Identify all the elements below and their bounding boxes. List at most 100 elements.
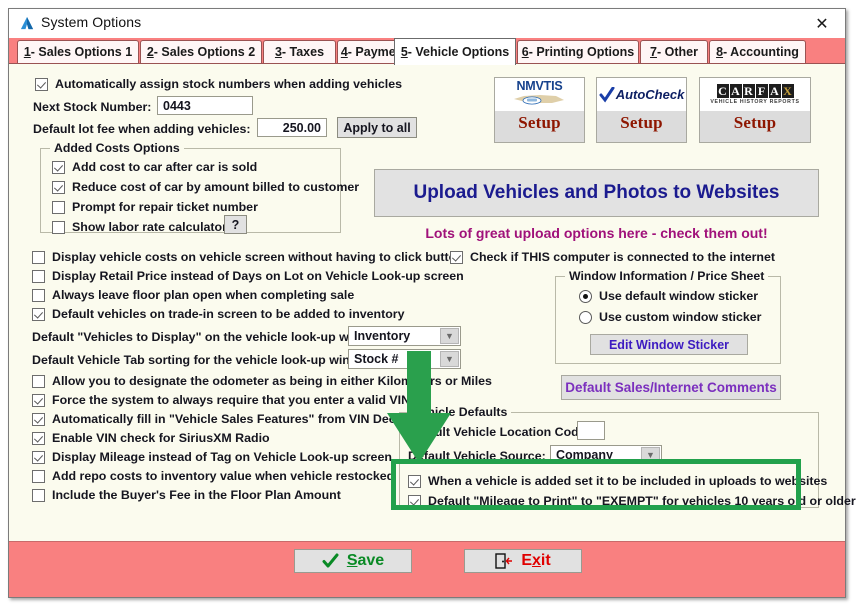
auto-stock-checkbox[interactable] — [35, 77, 48, 91]
internet-connected-row[interactable]: Check if THIS computer is connected to t… — [450, 250, 775, 264]
display-mileage-row[interactable]: Display Mileage instead of Tag on Vehicl… — [32, 450, 392, 464]
door-exit-icon — [495, 553, 513, 569]
vehicles-to-display-select[interactable]: Inventory ▼ — [348, 326, 461, 346]
nmvtis-setup-button[interactable]: NMVTIS Setup — [494, 77, 585, 143]
vin-decoder-features-label: Automatically fill in "Vehicle Sales Fea… — [52, 412, 423, 426]
require-valid-vin-checkbox[interactable] — [32, 393, 45, 407]
vehicle-location-input[interactable] — [577, 421, 605, 440]
repo-costs-row[interactable]: Add repo costs to inventory value when v… — [32, 469, 394, 483]
lot-fee-input[interactable]: 250.00 — [257, 118, 327, 137]
tab-other[interactable]: 7 - Other — [640, 40, 708, 63]
auto-stock-checkbox-row[interactable]: Automatically assign stock numbers when … — [35, 77, 402, 91]
added-cost-row-2[interactable]: Prompt for repair ticket number — [52, 200, 258, 214]
siriusxm-vin-checkbox[interactable] — [32, 431, 45, 445]
tab-accounting[interactable]: 8 - Accounting — [709, 40, 806, 63]
carfax-subtitle: VEHICLE HISTORY REPORTS — [710, 99, 800, 105]
window-information-group: Window Information / Price Sheet Use def… — [555, 269, 781, 364]
require-valid-vin-row[interactable]: Force the system to always require that … — [32, 393, 410, 407]
system-options-window: System Options ✕ 1 - Sales Options 1 2 -… — [8, 8, 856, 598]
floor-plan-open-checkbox[interactable] — [32, 288, 45, 302]
repo-costs-checkbox[interactable] — [32, 469, 45, 483]
checkmark-icon — [599, 86, 615, 103]
close-icon[interactable]: ✕ — [805, 13, 839, 34]
prompt-repair-ticket-checkbox[interactable] — [52, 200, 65, 214]
carfax-setup-button[interactable]: CARFAX VEHICLE HISTORY REPORTS Setup — [699, 77, 811, 143]
display-retail-price-label: Display Retail Price instead of Days on … — [52, 269, 464, 283]
trade-in-inventory-row[interactable]: Default vehicles on trade-in screen to b… — [32, 307, 405, 321]
floor-plan-open-row[interactable]: Always leave floor plan open when comple… — [32, 288, 354, 302]
checkmark-icon — [322, 553, 339, 568]
display-retail-price-checkbox[interactable] — [32, 269, 45, 283]
custom-sticker-radio[interactable] — [579, 310, 592, 324]
exit-label: Exit — [521, 552, 551, 569]
vehicle-location-label: Default Vehicle Location Code: — [408, 425, 590, 439]
upload-on-add-label: When a vehicle is added set it to be inc… — [428, 474, 828, 488]
vehicle-source-value: Company — [556, 447, 613, 462]
mileage-exempt-checkbox[interactable] — [408, 494, 421, 508]
chevron-down-icon[interactable]: ▼ — [641, 447, 660, 462]
buyers-fee-checkbox[interactable] — [32, 488, 45, 502]
autocheck-setup-button[interactable]: AutoCheck Setup — [596, 77, 687, 143]
tab-sales-options-2[interactable]: 2 - Sales Options 2 — [140, 40, 262, 63]
tab-sales-options-1[interactable]: 1 - Sales Options 1 — [17, 40, 139, 63]
added-cost-row-0[interactable]: Add cost to car after car is sold — [52, 160, 257, 174]
vin-decoder-features-row[interactable]: Automatically fill in "Vehicle Sales Fea… — [32, 412, 423, 426]
tab-accel: 7 — [650, 45, 657, 59]
reduce-cost-billed-label: Reduce cost of car by amount billed to c… — [72, 180, 360, 194]
internet-connected-checkbox[interactable] — [450, 250, 463, 264]
tab-strip: 1 - Sales Options 1 2 - Sales Options 2 … — [9, 38, 845, 65]
added-cost-row-1[interactable]: Reduce cost of car by amount billed to c… — [52, 180, 359, 194]
vin-decoder-features-checkbox[interactable] — [32, 412, 45, 426]
upload-on-add-row[interactable]: When a vehicle is added set it to be inc… — [408, 474, 827, 488]
carfax-setup-label: Setup — [733, 113, 777, 132]
vehicle-tab-sort-select[interactable]: Stock # ▼ — [348, 349, 461, 369]
footer-bar: Save Exit — [9, 541, 845, 597]
buyers-fee-label: Include the Buyer's Fee in the Floor Pla… — [52, 488, 341, 502]
mileage-exempt-row[interactable]: Default "Mileage to Print" to "EXEMPT" f… — [408, 494, 856, 508]
tab-accel: 6 — [521, 45, 529, 59]
display-mileage-checkbox[interactable] — [32, 450, 45, 464]
odometer-units-checkbox[interactable] — [32, 374, 45, 388]
nmvtis-setup-label: Setup — [518, 113, 561, 132]
autocheck-brand-text: AutoCheck — [615, 87, 685, 102]
vehicle-source-select[interactable]: Company ▼ — [550, 445, 662, 464]
buyers-fee-row[interactable]: Include the Buyer's Fee in the Floor Pla… — [32, 488, 341, 502]
tab-printing-options[interactable]: 6 - Printing Options — [517, 40, 639, 63]
siriusxm-vin-row[interactable]: Enable VIN check for SiriusXM Radio — [32, 431, 270, 445]
display-vehicle-costs-checkbox[interactable] — [32, 250, 45, 264]
apply-to-all-button[interactable]: Apply to all — [337, 117, 417, 138]
require-valid-vin-label: Force the system to always require that … — [52, 393, 411, 407]
added-costs-group: Added Costs Options Add cost to car afte… — [40, 141, 359, 234]
display-vehicle-costs-row[interactable]: Display vehicle costs on vehicle screen … — [32, 250, 464, 264]
tab-accel: 5 — [400, 45, 408, 59]
autocheck-logo-icon: AutoCheck — [597, 78, 686, 111]
edit-window-sticker-button[interactable]: Edit Window Sticker — [590, 334, 748, 355]
trade-in-inventory-checkbox[interactable] — [32, 307, 45, 321]
reduce-cost-billed-checkbox[interactable] — [52, 180, 65, 194]
default-sales-comments-button[interactable]: Default Sales/Internet Comments — [561, 375, 781, 400]
add-cost-after-sold-checkbox[interactable] — [52, 160, 65, 174]
tab-vehicle-options[interactable]: 5 - Vehicle Options — [394, 38, 516, 65]
upload-on-add-checkbox[interactable] — [408, 474, 421, 488]
vehicle-defaults-group: Vehicle Defaults Default Vehicle Locatio… — [399, 405, 856, 508]
display-retail-price-row[interactable]: Display Retail Price instead of Days on … — [32, 269, 464, 283]
labor-rate-calculator-checkbox[interactable] — [52, 220, 65, 234]
chevron-down-icon[interactable]: ▼ — [440, 328, 459, 344]
tab-accel: 8 — [716, 45, 724, 59]
default-sticker-row[interactable]: Use default window sticker — [579, 289, 758, 303]
upload-vehicles-banner-button[interactable]: Upload Vehicles and Photos to Websites — [374, 169, 819, 217]
labor-rate-calculator-label: Show labor rate calculator — [72, 220, 227, 234]
default-sticker-radio[interactable] — [579, 289, 592, 303]
labor-rate-help-button[interactable]: ? — [224, 215, 247, 234]
tab-taxes[interactable]: 3 - Taxes — [263, 40, 336, 63]
custom-sticker-row[interactable]: Use custom window sticker — [579, 310, 762, 324]
next-stock-input[interactable]: 0443 — [157, 96, 253, 115]
save-button[interactable]: Save — [294, 549, 412, 573]
added-cost-row-3[interactable]: Show labor rate calculator — [52, 220, 227, 234]
exit-button[interactable]: Exit — [464, 549, 582, 573]
chevron-down-icon[interactable]: ▼ — [440, 351, 459, 367]
internet-connected-label: Check if THIS computer is connected to t… — [470, 250, 775, 264]
auto-stock-label: Automatically assign stock numbers when … — [55, 77, 403, 91]
display-mileage-label: Display Mileage instead of Tag on Vehicl… — [52, 450, 392, 464]
odometer-units-row[interactable]: Allow you to designate the odometer as b… — [32, 374, 492, 388]
